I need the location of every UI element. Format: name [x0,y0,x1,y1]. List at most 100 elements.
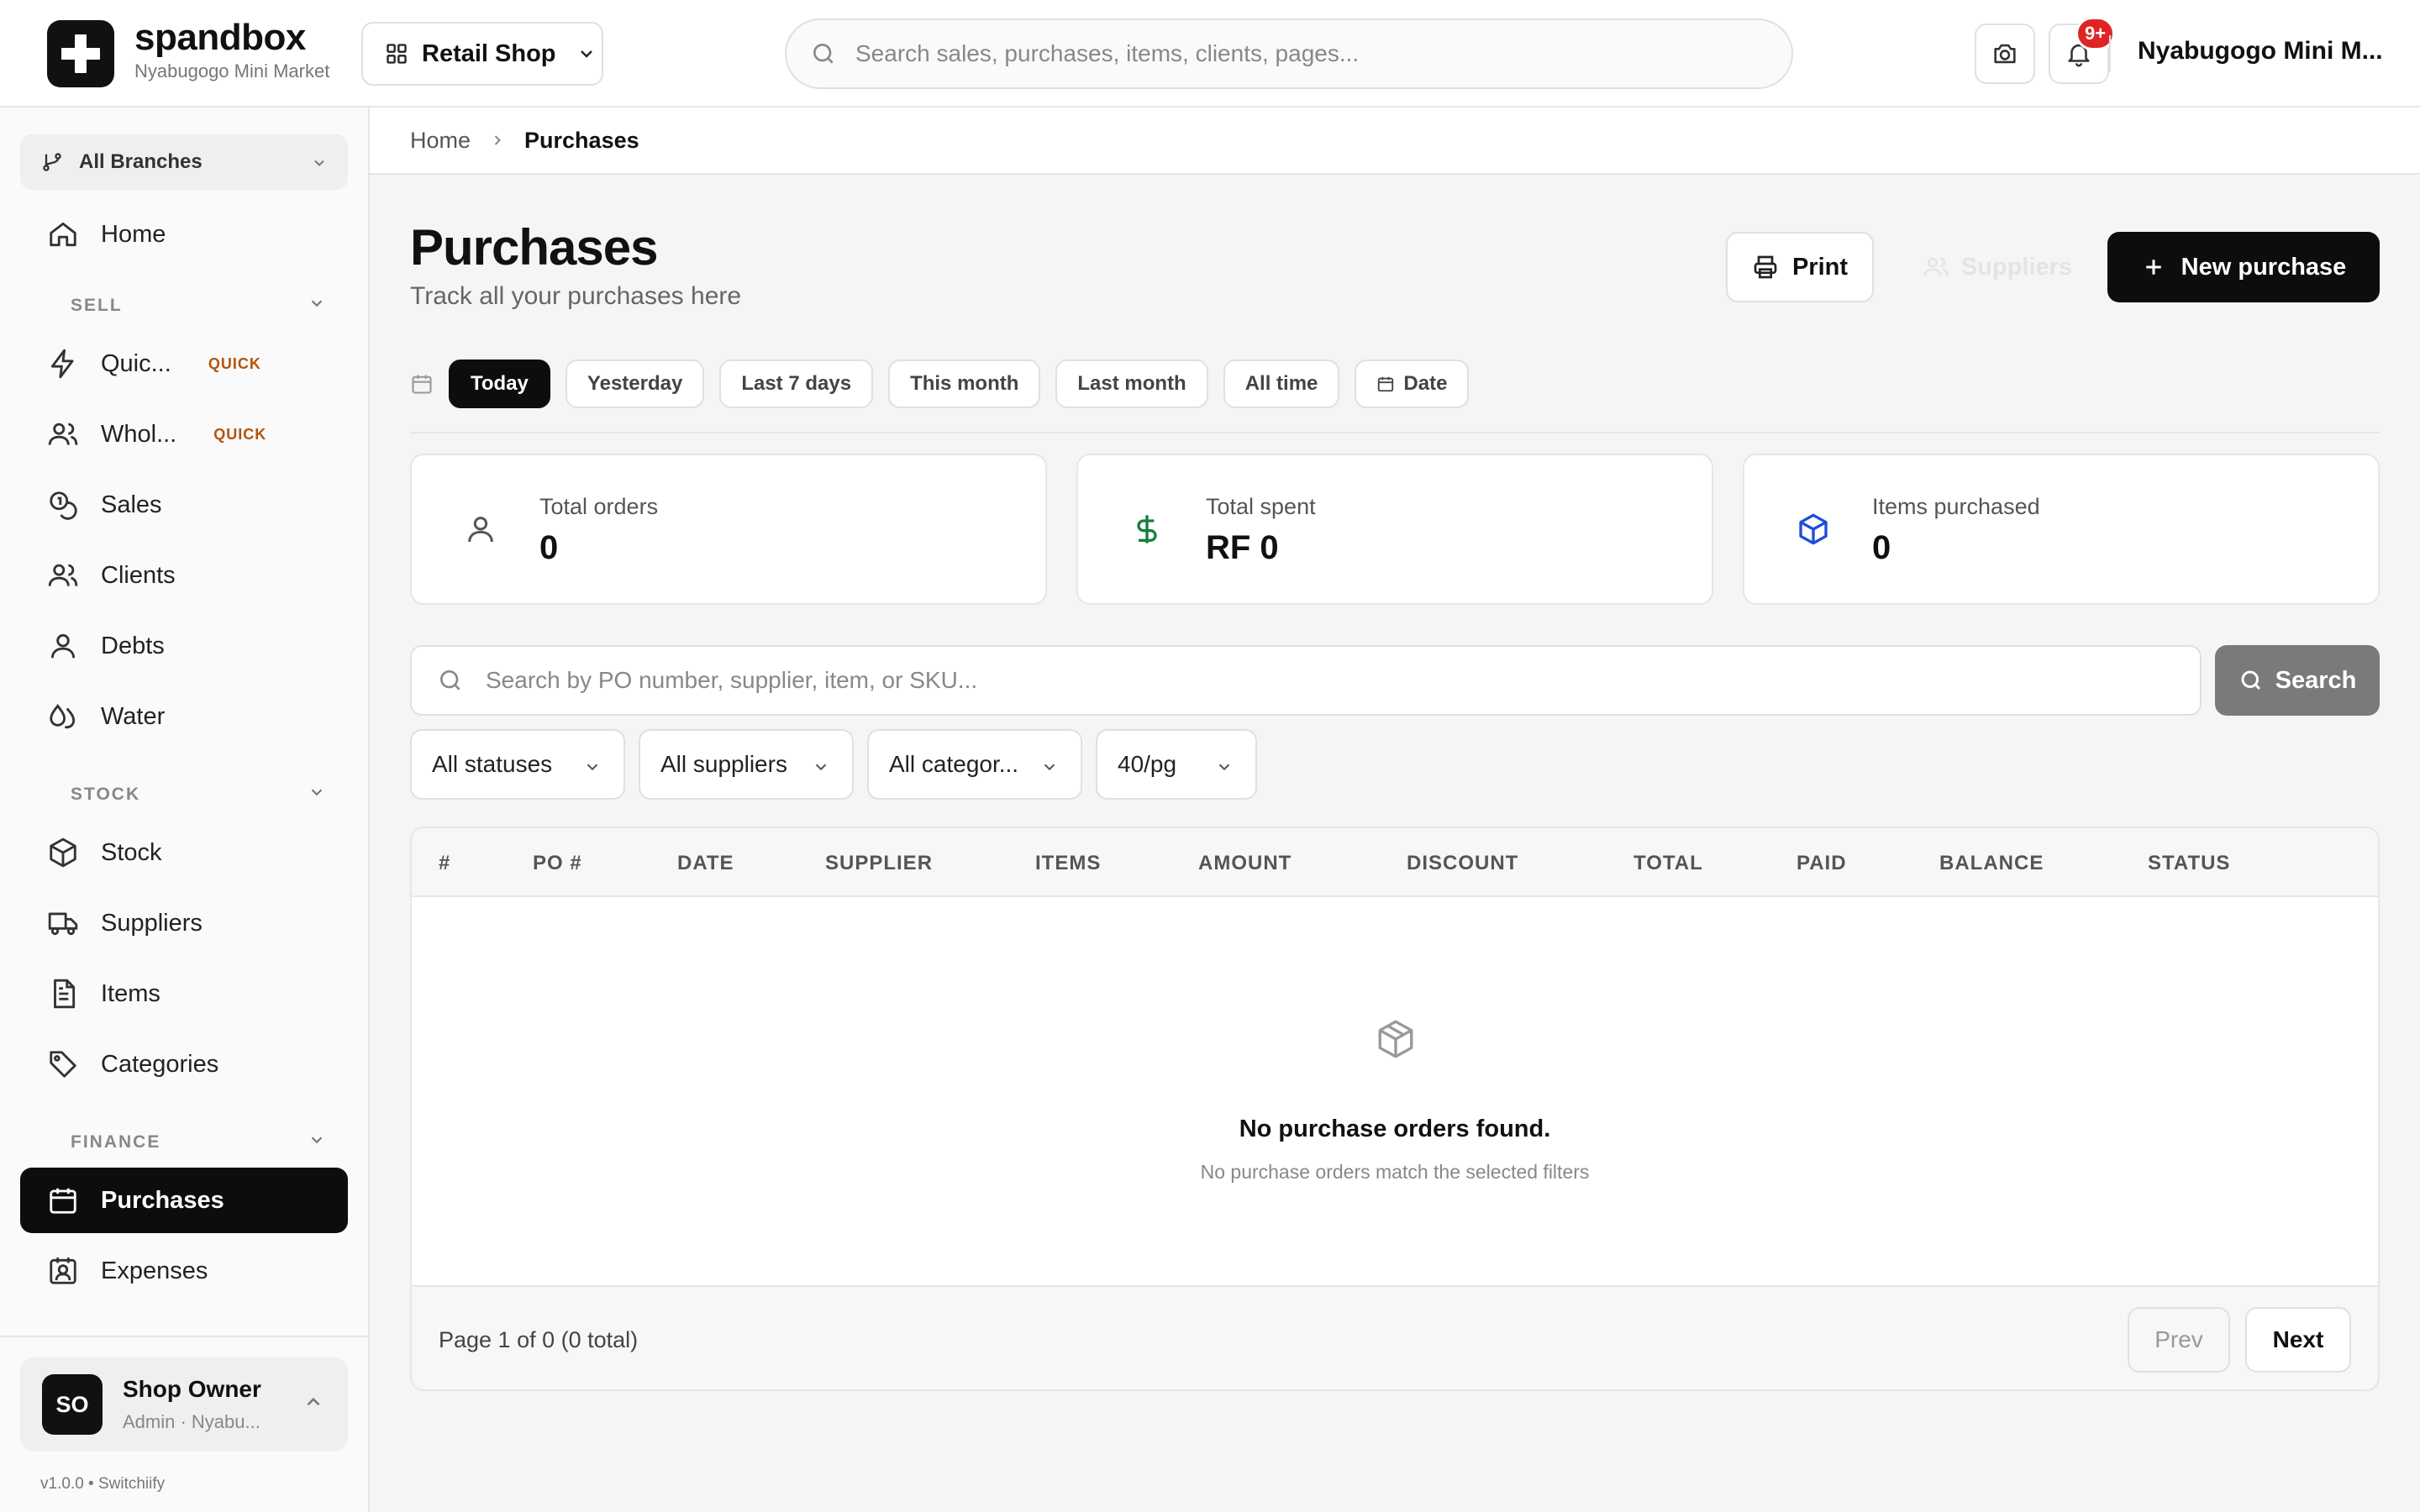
date-filter-today[interactable]: Today [449,360,550,408]
breadcrumb-current: Purchases [524,127,639,153]
search-icon [813,44,834,64]
user-icon [50,633,76,659]
stat-label: Total spent [1206,494,1316,519]
new-purchase-button[interactable]: New purchase [2107,232,2380,302]
branch-selector[interactable]: All Branches [20,134,348,190]
chevron-down-icon [587,764,598,771]
column-header-po: PO # [533,852,582,874]
section-header-sell: SELL [71,296,123,315]
camera-icon [1994,44,2016,64]
date-filter-last-month[interactable]: Last month [1055,360,1208,408]
sidebar-item-suppliers[interactable]: Suppliers [20,890,348,956]
sidebar-item-purchases[interactable]: Purchases [20,1168,348,1233]
table-footer: Page 1 of 0 (0 total) Prev Next [412,1285,2378,1389]
contact-icon [50,1257,76,1284]
user-menu[interactable]: SO Shop Owner Admin · Nyabu... [20,1357,348,1452]
sidebar-item-label: Whol... [101,420,177,448]
sidebar-item-clients[interactable]: Clients [20,543,348,608]
search-button[interactable]: Search [2215,645,2380,716]
chevron-down-icon[interactable] [308,1131,326,1149]
truck-icon [48,912,78,936]
sidebar-item-water[interactable]: Water [20,684,348,749]
sidebar-item-label: Sales [101,491,162,518]
column-header-paid: PAID [1797,852,1847,874]
column-header-date: DATE [677,852,734,874]
date-filter-this-month[interactable]: This month [888,360,1041,408]
tag-icon [50,1051,76,1078]
column-header-discount: DISCOUNT [1407,852,1519,874]
chevron-down-icon [1044,764,1055,771]
prev-page-button[interactable]: Prev [2128,1307,2230,1373]
column-header-status: STATUS [2148,852,2231,874]
home-icon [50,222,76,247]
column-header-total: TOTAL [1634,852,1703,874]
sidebar-item-items[interactable]: Items [20,961,348,1026]
logo[interactable] [47,20,114,87]
sidebar-item-wholesale[interactable]: Whol... QUICK [20,402,348,467]
top-divider [2109,35,2111,72]
date-filter-custom-label: Date [1403,372,1448,395]
section-header-finance: FINANCE [71,1132,161,1152]
sidebar-item-label: Quic... [101,349,171,377]
sidebar-item-label: Water [101,702,166,730]
supplier-filter-value: All suppliers [660,751,787,777]
date-filter-last-7-days[interactable]: Last 7 days [719,360,874,408]
sidebar-item-label: Categories [101,1050,219,1078]
sidebar-item-home[interactable]: Home [20,202,348,267]
page-size-select[interactable]: 40/pg [1096,729,1257,800]
user-icon [468,517,493,543]
chevron-right-icon [494,135,501,145]
sidebar-item-label: Items [101,979,160,1007]
coins-icon [50,491,77,520]
sidebar-item-categories[interactable]: Categories [20,1032,348,1097]
supplier-filter-select[interactable]: All suppliers [639,729,854,800]
status-filter-select[interactable]: All statuses [410,729,625,800]
shop-selector-button[interactable]: Retail Shop [361,22,603,86]
chevron-down-icon [815,764,827,771]
breadcrumb: Home Purchases [370,108,2420,175]
breadcrumb-home[interactable]: Home [410,128,471,154]
status-filter-value: All statuses [432,751,553,777]
chevron-up-icon [307,1397,320,1406]
sidebar-item-label: Clients [101,561,176,589]
section-header-stock: STOCK [71,785,141,804]
column-header-number: # [439,852,451,874]
table-header: # PO # DATE SUPPLIER ITEMS AMOUNT DISCOU… [412,828,2378,897]
stat-card-total-spent: Total spent RF 0 [1076,454,1713,605]
top-user-name[interactable]: Nyabugogo Mini M... [2138,37,2383,66]
avatar: SO [42,1374,103,1435]
sidebar: All Branches Home SELL Quic... QUICK Who… [0,108,370,1512]
date-filter-custom[interactable]: Date [1355,360,1470,408]
purchase-search-input[interactable] [486,667,2166,694]
sidebar-item-sales[interactable]: Sales [20,472,348,538]
sidebar-item-debts[interactable]: Debts [20,613,348,679]
stat-card-total-orders: Total orders 0 [410,454,1047,605]
category-filter-select[interactable]: All categor... [867,729,1082,800]
chevron-down-icon [314,160,324,166]
suppliers-button[interactable]: Suppliers [1907,232,2087,302]
chevron-down-icon [580,50,592,58]
purchase-search[interactable] [410,645,2202,716]
sidebar-item-expenses[interactable]: Expenses [20,1238,348,1304]
calendar-icon [50,1188,76,1214]
camera-button[interactable] [1975,24,2035,84]
date-filter-bar: Today Yesterday Last 7 days This month L… [410,360,1470,408]
calendar-icon [1378,376,1394,392]
next-page-button[interactable]: Next [2245,1307,2351,1373]
date-filter-all-time[interactable]: All time [1223,360,1340,408]
quick-tag: QUICK [208,354,261,372]
print-button[interactable]: Print [1726,232,1874,302]
search-icon [440,670,460,690]
sidebar-item-quick-sale[interactable]: Quic... QUICK [20,331,348,396]
sidebar-item-stock[interactable]: Stock [20,820,348,885]
column-header-items: ITEMS [1035,852,1102,874]
user-name: Shop Owner [123,1376,261,1402]
chevron-down-icon[interactable] [308,783,326,801]
global-search-input[interactable] [855,40,1763,67]
box-icon [50,837,76,868]
date-filter-yesterday[interactable]: Yesterday [565,360,705,408]
package-icon [1378,1020,1413,1058]
chevron-down-icon[interactable] [308,294,326,312]
global-search[interactable] [785,18,1793,89]
sidebar-item-label: Home [101,220,166,248]
